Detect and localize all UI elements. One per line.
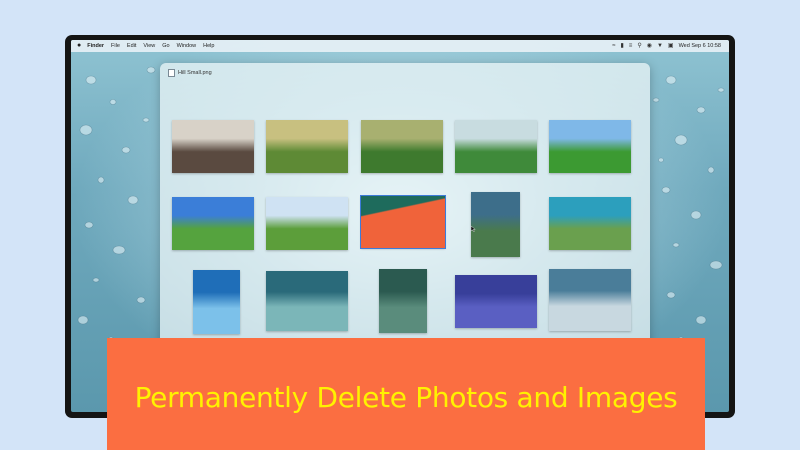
control-center-icon[interactable]: ≡ xyxy=(629,40,633,52)
thumbnail-sand-dunes[interactable] xyxy=(549,269,631,331)
menu-help[interactable]: Help xyxy=(203,40,214,52)
mouse-cursor-icon xyxy=(471,226,476,232)
quicklook-titlebar: Hill Small.png xyxy=(168,68,212,77)
thumbnail-river-valley[interactable] xyxy=(471,192,520,257)
title-banner: Permanently Delete Photos and Images xyxy=(107,338,705,450)
menu-view[interactable]: View xyxy=(143,40,155,52)
thumbnail-bright-meadow[interactable] xyxy=(549,120,631,173)
screen-icon[interactable]: ▣ xyxy=(668,40,674,52)
thumbnail-aerial-reef[interactable] xyxy=(379,269,427,333)
thumbnail-elephants[interactable] xyxy=(172,120,254,173)
thumbnail-coastal-cliff[interactable] xyxy=(549,197,631,250)
thumbnail-misty-hills[interactable] xyxy=(455,120,537,173)
search-icon[interactable]: ⚲ xyxy=(637,40,641,52)
volume-icon[interactable]: ▼ xyxy=(657,40,663,52)
quicklook-title: Hill Small.png xyxy=(178,69,212,76)
apple-menu-icon[interactable]: ● xyxy=(77,40,81,52)
menu-go[interactable]: Go xyxy=(162,40,169,52)
siri-icon[interactable]: ◉ xyxy=(647,40,652,52)
thumbnail-blue-haze[interactable] xyxy=(455,275,537,328)
menu-clock[interactable]: Wed Sep 6 10:58 xyxy=(679,40,721,52)
image-file-icon xyxy=(168,68,175,77)
battery-icon[interactable]: ▮ xyxy=(620,40,623,52)
thumbnail-aerial-shoreline[interactable] xyxy=(266,271,348,331)
thumbnail-blue-sky-clouds[interactable] xyxy=(172,197,254,250)
thumbnail-hill-small-orange[interactable] xyxy=(360,195,446,249)
thumbnail-green-hills-sunset[interactable] xyxy=(266,120,348,173)
status-area: ≈ ▮ ≡ ⚲ ◉ ▼ ▣ Wed Sep 6 10:58 xyxy=(612,40,721,52)
banner-title: Permanently Delete Photos and Images xyxy=(134,381,678,414)
menu-bar: ● Finder File Edit View Go Window Help ≈… xyxy=(71,40,729,52)
menu-edit[interactable]: Edit xyxy=(127,40,136,52)
thumbnail-green-valley[interactable] xyxy=(361,120,443,173)
menu-file[interactable]: File xyxy=(111,40,120,52)
wifi-icon[interactable]: ≈ xyxy=(612,40,615,52)
thumbnail-lone-tree-field[interactable] xyxy=(266,197,348,250)
thumbnail-ice-wall[interactable] xyxy=(193,270,240,334)
menu-finder[interactable]: Finder xyxy=(87,40,104,52)
menu-window[interactable]: Window xyxy=(177,40,197,52)
